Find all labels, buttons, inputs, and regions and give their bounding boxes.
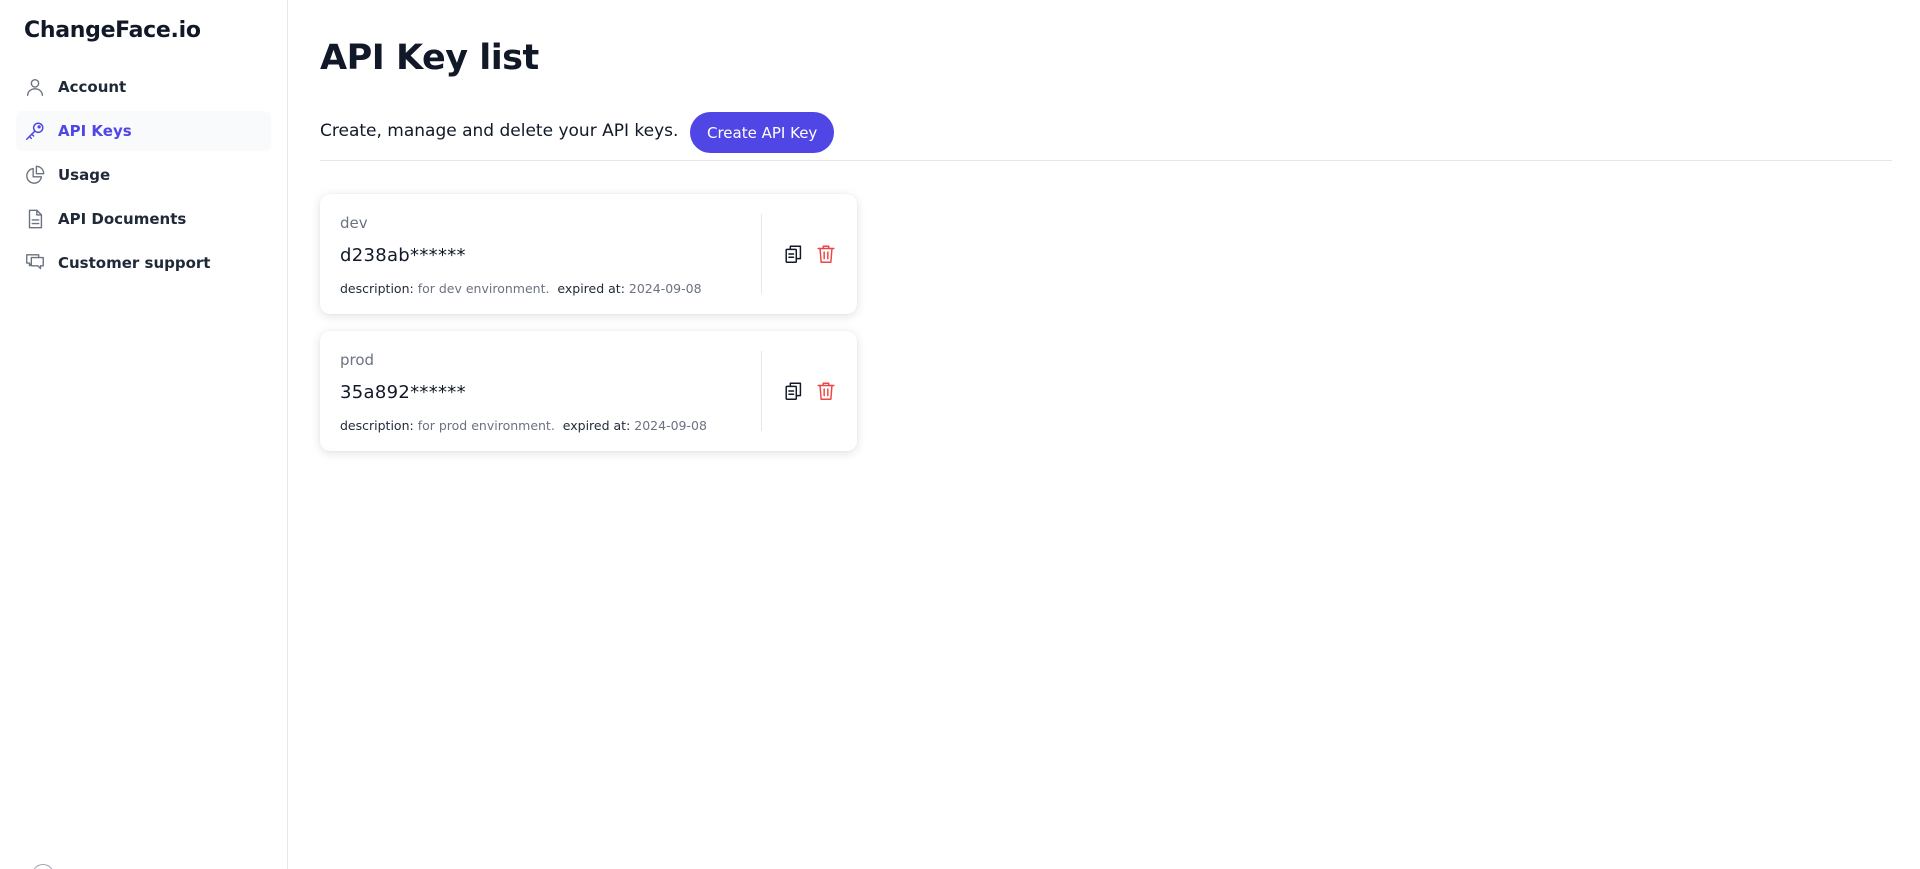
- api-key-name: dev: [340, 214, 368, 232]
- sidebar-item-account[interactable]: Account: [16, 67, 271, 107]
- api-key-name: prod: [340, 351, 375, 369]
- api-key-meta: description: for dev environment. expire…: [340, 281, 702, 296]
- sidebar-item-label: Usage: [58, 166, 111, 184]
- pie-chart-icon: [24, 164, 46, 186]
- chat-icon: [24, 252, 46, 274]
- api-key-card: dev d238ab****** description: for dev en…: [320, 194, 857, 314]
- expired-label: expired at:: [557, 281, 625, 296]
- user-icon: [24, 76, 46, 98]
- api-key-meta: description: for prod environment. expir…: [340, 418, 707, 433]
- document-icon: [24, 208, 46, 230]
- expired-value: 2024-09-08: [634, 418, 707, 433]
- sidebar-item-customer-support[interactable]: Customer support: [16, 243, 271, 283]
- sidebar-nav: Account API Keys Usage API Documents Cus…: [16, 67, 271, 287]
- sidebar-item-label: API Documents: [58, 210, 187, 228]
- page-title: API Key list: [320, 38, 539, 78]
- card-separator: [761, 351, 762, 431]
- trash-icon[interactable]: [814, 379, 838, 403]
- trash-icon[interactable]: [814, 242, 838, 266]
- description-label: description:: [340, 281, 414, 296]
- key-icon: [24, 120, 46, 142]
- page-subtitle: Create, manage and delete your API keys.: [320, 121, 679, 141]
- sidebar-item-label: API Keys: [58, 122, 132, 140]
- brand-logo[interactable]: ChangeFace.io: [24, 18, 201, 43]
- card-separator: [761, 214, 762, 294]
- description-label: description:: [340, 418, 414, 433]
- sidebar-item-api-keys[interactable]: API Keys: [16, 111, 271, 151]
- create-api-key-button[interactable]: Create API Key: [690, 112, 835, 153]
- description-value: for prod environment.: [417, 418, 555, 433]
- avatar[interactable]: [32, 864, 54, 869]
- description-value: for dev environment.: [417, 281, 550, 296]
- sidebar-item-usage[interactable]: Usage: [16, 155, 271, 195]
- api-key-card: prod 35a892****** description: for prod …: [320, 331, 857, 451]
- copy-icon[interactable]: [782, 379, 806, 403]
- sidebar: ChangeFace.io Account API Keys Usage API…: [0, 0, 288, 869]
- sidebar-item-label: Customer support: [58, 254, 211, 272]
- copy-icon[interactable]: [782, 242, 806, 266]
- expired-label: expired at:: [562, 418, 631, 433]
- sidebar-item-api-documents[interactable]: API Documents: [16, 199, 271, 239]
- api-key-value: d238ab******: [340, 245, 466, 266]
- expired-value: 2024-09-08: [628, 281, 702, 296]
- sidebar-item-label: Account: [58, 78, 127, 96]
- api-key-value: 35a892******: [340, 382, 466, 403]
- divider: [320, 160, 1892, 161]
